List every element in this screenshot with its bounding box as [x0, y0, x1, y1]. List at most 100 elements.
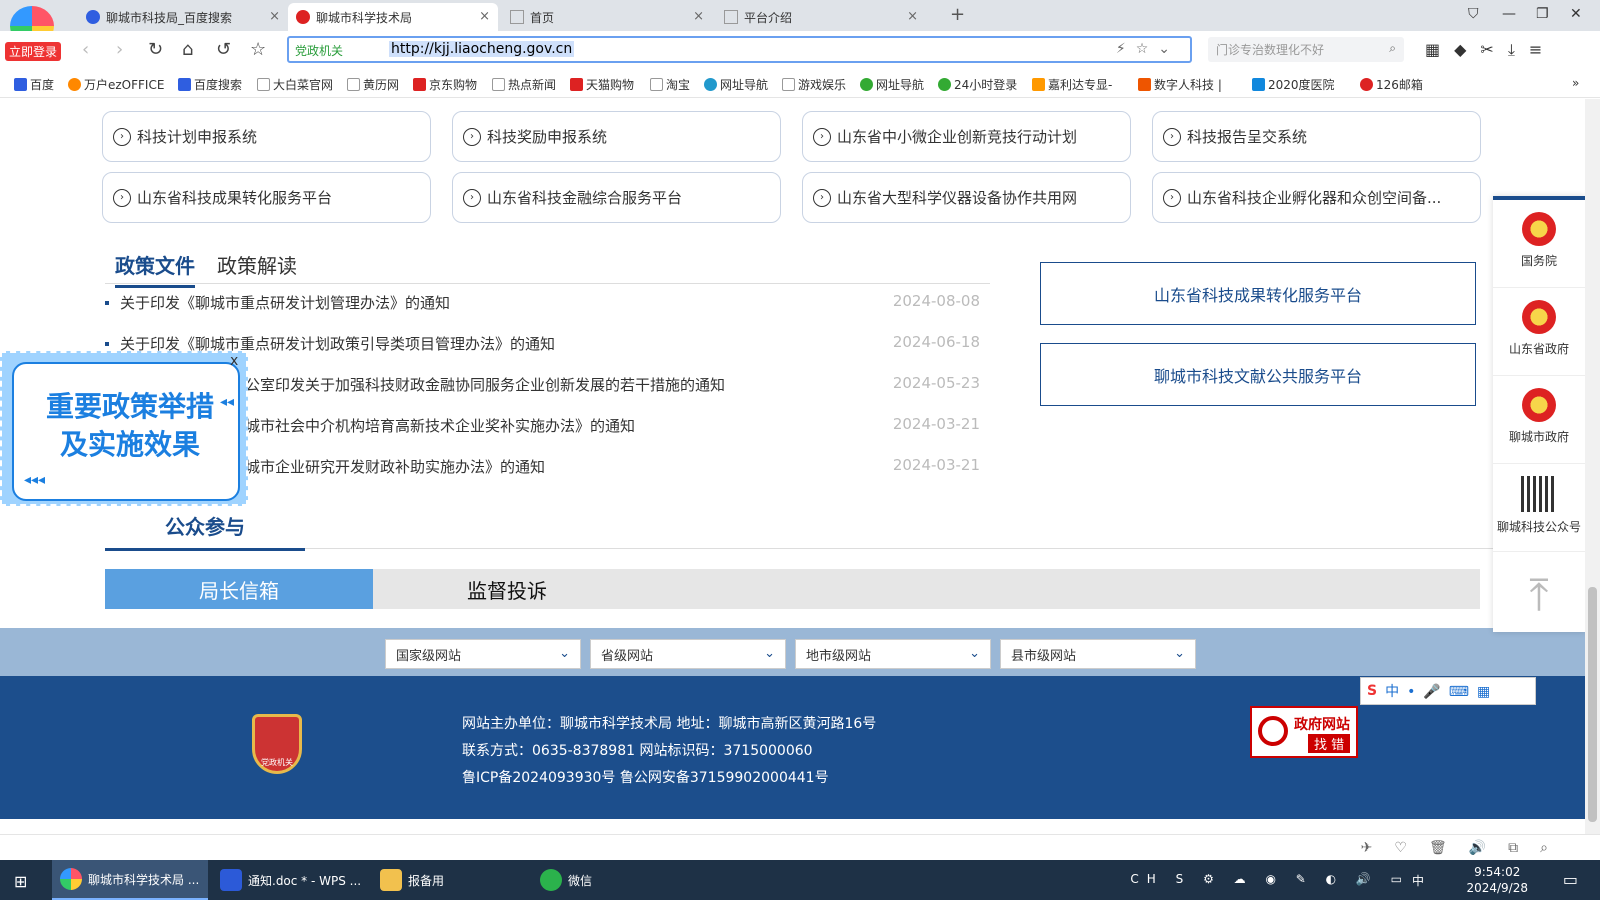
bookmark-item[interactable]: 网址导航 [860, 76, 924, 93]
tab-policy-interpretation[interactable]: 政策解读 [217, 250, 297, 279]
bookmark-item[interactable]: 游戏娱乐 [782, 76, 846, 93]
bookmark-item[interactable]: 126邮箱 [1360, 76, 1423, 93]
address-bar[interactable]: 党政机关 http://kjj.liaocheng.gov.cn ⚡☆⌄ [287, 36, 1192, 63]
status-bar-icons[interactable]: ✈♡🗑🔊⧉⌕ [1361, 840, 1570, 856]
national-sites-select[interactable]: 国家级网站 ⌄ [385, 639, 581, 669]
bookmark-item[interactable]: 大白菜官网 [257, 76, 333, 93]
party-gov-emblem-icon[interactable]: 党政机关 [252, 714, 302, 774]
tab-label: 聊城市科学技术局 [316, 10, 413, 25]
tab-platform-intro[interactable]: 平台介绍 × [716, 3, 926, 31]
search-icon[interactable]: ⌕ [1389, 41, 1396, 56]
ime-indicator[interactable]: 中 [1412, 872, 1432, 889]
system-link[interactable]: › 山东省科技企业孵化器和众创空间备... [1152, 172, 1481, 223]
popup-close-button[interactable]: x [230, 353, 238, 369]
tab-director-mailbox[interactable]: 局长信箱 [105, 569, 373, 609]
taskbar-item-wechat[interactable]: 微信 [532, 860, 688, 900]
close-icon[interactable]: × [693, 9, 704, 24]
arrow-circle-icon: › [813, 188, 831, 207]
minimize-icon[interactable]: — [1502, 6, 1516, 22]
tab-policy-documents[interactable]: 政策文件 [115, 250, 195, 288]
system-link[interactable]: › 山东省大型科学仪器设备协作共用网 [802, 172, 1131, 223]
taskbar-item-wps[interactable]: 通知.doc * - WPS ... [212, 860, 368, 900]
provincial-sites-select[interactable]: 省级网站 ⌄ [590, 639, 786, 669]
system-link[interactable]: › 山东省科技成果转化服务平台 [102, 172, 431, 223]
bookmark-item[interactable]: 2020度医院 [1252, 76, 1335, 93]
url-text[interactable]: http://kjj.liaocheng.gov.cn [389, 41, 575, 57]
popup-card[interactable]: 重要政策举措 及实施效果 ◂◂◂ ◂◂ [12, 362, 240, 501]
national-emblem-icon [296, 10, 310, 24]
platform-link[interactable]: 聊城市科技文献公共服务平台 [1040, 343, 1476, 406]
toolbar-icons[interactable]: ▦◆✂⤓≡ [1425, 40, 1556, 60]
notification-icon[interactable]: ▭ [1563, 870, 1578, 889]
arrows-decoration-icon: ◂◂◂ [24, 472, 46, 488]
bookmark-item[interactable]: 百度 [14, 76, 54, 93]
state-council-link[interactable]: 国务院 [1493, 200, 1585, 288]
bookmark-item[interactable]: 嘉利达专显- [1032, 76, 1112, 93]
bookmark-item[interactable]: 热点新闻 [492, 76, 556, 93]
system-link[interactable]: › 山东省中小微企业创新竞技行动计划 [802, 111, 1131, 162]
login-badge[interactable]: 立即登录 [5, 42, 62, 61]
close-icon[interactable]: × [907, 9, 918, 24]
list-item[interactable]: 关于印发《聊城市重点研发计划管理办法》的通知 2024-08-08 [105, 292, 980, 333]
footer-contact: 联系方式：0635-8378981 网站标识码：3715000060 [462, 743, 813, 759]
shandong-gov-link[interactable]: 山东省政府 [1493, 288, 1585, 376]
tab-supervision-complaint[interactable]: 监督投诉 [373, 569, 641, 609]
tab-baidu-search[interactable]: 聊城市科技局_百度搜索 × [78, 3, 288, 31]
wechat-icon [540, 869, 562, 891]
restore-icon[interactable]: ❐ [1536, 6, 1549, 22]
back-to-top-icon[interactable]: ⤒ [1493, 554, 1585, 636]
bookmark-item[interactable]: 黄历网 [347, 76, 399, 93]
taskbar-item-browser[interactable]: 聊城市科学技术局 ... [52, 860, 208, 900]
tab-liaocheng-kjj[interactable]: 聊城市科学技术局 × [288, 3, 498, 31]
bookmark-item[interactable]: 京东购物 [413, 76, 477, 93]
browser-tab-bar: 立即登录 聊城市科技局_百度搜索 × 聊城市科学技术局 × 首页 × 平台介绍 … [0, 0, 1600, 61]
undo-icon[interactable]: ↺ [216, 39, 231, 60]
pin-icon[interactable]: ⛉ [1468, 6, 1479, 22]
reload-icon[interactable]: ↻ [148, 39, 163, 60]
taskbar-item-folder[interactable]: 报备用 [372, 860, 528, 900]
windows-start-icon[interactable]: ⊞ [14, 872, 27, 891]
browser-icon [60, 868, 82, 890]
bookmark-item[interactable]: 数字人科技 | [1138, 76, 1222, 93]
bookmark-item[interactable]: 百度搜索 [178, 76, 242, 93]
system-link[interactable]: › 山东省科技金融综合服务平台 [452, 172, 781, 223]
scrollbar-thumb[interactable] [1588, 587, 1597, 822]
system-link[interactable]: › 科技计划申报系统 [102, 111, 431, 162]
system-link[interactable]: › 科技报告呈交系统 [1152, 111, 1481, 162]
bookmark-item[interactable]: 万户ezOFFICE [68, 76, 164, 93]
search-placeholder: 门诊专治数理化不好 [1216, 43, 1325, 57]
bookmark-item[interactable]: 网址导航 [704, 76, 768, 93]
policy-popup[interactable]: 重要政策举措 及实施效果 ◂◂◂ ◂◂ x [0, 351, 248, 506]
close-icon[interactable]: × [479, 9, 490, 24]
wechat-account-link[interactable]: 聊城科技公众号 [1493, 464, 1585, 552]
page-scrollbar[interactable] [1585, 99, 1600, 834]
city-sites-select[interactable]: 地市级网站 ⌄ [795, 639, 991, 669]
favorite-star-icon[interactable]: ☆ [250, 39, 266, 60]
national-emblem-icon [1522, 388, 1556, 422]
platform-link[interactable]: 山东省科技成果转化服务平台 [1040, 262, 1476, 325]
bookmark-item[interactable]: 淘宝 [650, 76, 690, 93]
bookmark-item[interactable]: 天猫购物 [570, 76, 634, 93]
liaocheng-gov-link[interactable]: 聊城市政府 [1493, 376, 1585, 464]
gov-site-find-error-button[interactable]: 政府网站 找 错 [1250, 706, 1358, 758]
more-bookmarks-icon[interactable]: » [1572, 76, 1579, 90]
back-icon[interactable]: ‹ [82, 39, 89, 60]
new-tab-button[interactable]: + [950, 4, 965, 25]
url-action-icons[interactable]: ⚡☆⌄ [1116, 41, 1180, 57]
close-icon[interactable]: × [269, 9, 280, 24]
tab-home[interactable]: 首页 × [502, 3, 712, 31]
wps-writer-icon [220, 869, 242, 891]
county-sites-select[interactable]: 县市级网站 ⌄ [1000, 639, 1196, 669]
home-icon[interactable]: ⌂ [182, 39, 193, 60]
close-window-icon[interactable]: ✕ [1570, 6, 1582, 22]
search-input[interactable]: 门诊专治数理化不好 ⌕ [1208, 37, 1404, 62]
system-link[interactable]: › 科技奖励申报系统 [452, 111, 781, 162]
ime-toolbar[interactable]: S 中•🎤⌨▦ [1360, 677, 1536, 705]
forward-icon[interactable]: › [116, 39, 123, 60]
footer-icp[interactable]: 鲁ICP备2024093930号 鲁公网安备37159902000441号 [462, 767, 829, 787]
system-tray-icons[interactable]: CH S ⚙ ☁ ◉ ✎ ◐ 🔊 ▭ [1130, 872, 1410, 886]
bookmark-item[interactable]: 24小时登录 [938, 76, 1017, 93]
national-emblem-icon [1522, 212, 1556, 246]
arrow-circle-icon: › [1163, 127, 1181, 146]
system-clock[interactable]: 9:54:02 2024/9/28 [1466, 864, 1528, 896]
